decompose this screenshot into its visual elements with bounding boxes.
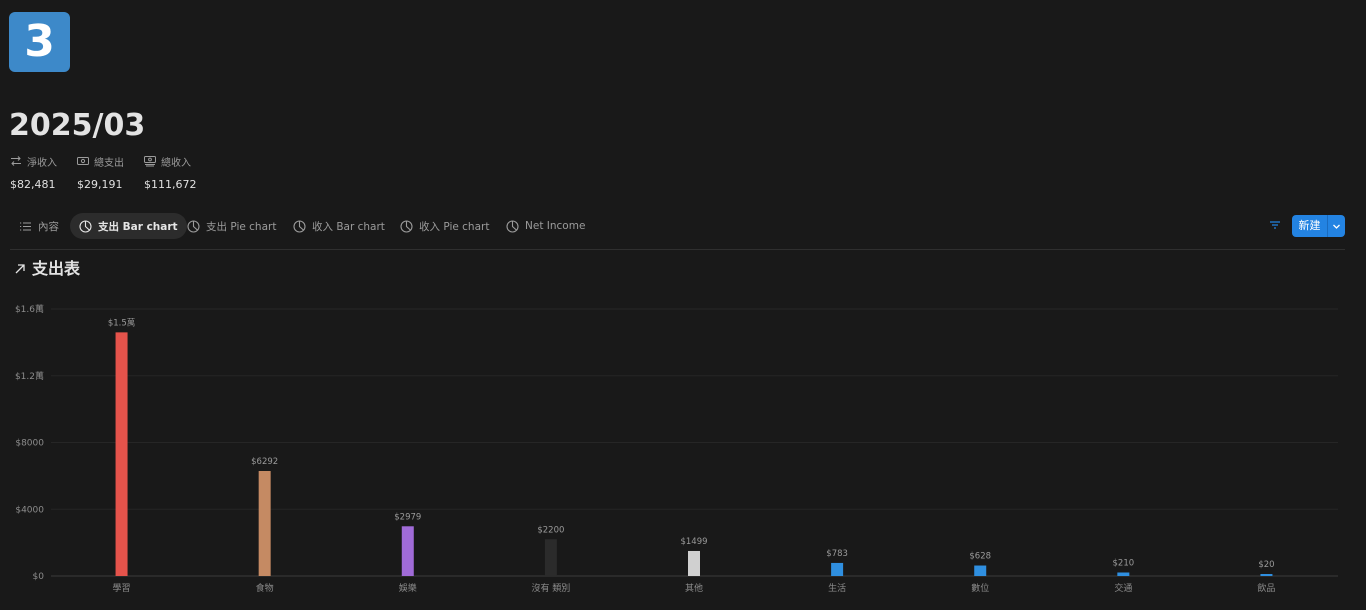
property-total-income[interactable]: 總收入 $111,672 xyxy=(144,154,197,191)
property-value: $82,481 xyxy=(10,178,56,191)
y-tick-label: $8000 xyxy=(15,439,44,449)
property-label: 總收入 xyxy=(161,157,191,169)
bar xyxy=(544,539,557,576)
bar-data-label: $628 xyxy=(969,552,991,562)
x-tick-label: 食物 xyxy=(256,582,274,594)
chart-icon xyxy=(293,219,306,233)
bar-chart: $0 $4000 $8000 $1.2萬 $1.6萬 $1.5萬學習 $6292 食物 $297… xyxy=(15,303,1338,594)
arrow-up-right-icon xyxy=(15,264,25,274)
x-tick-label: 娛樂 xyxy=(399,582,417,594)
new-options-button[interactable] xyxy=(1328,215,1345,237)
bar xyxy=(258,471,271,576)
tab-label: Net Income xyxy=(525,220,586,232)
page-title: 2025/03 xyxy=(9,108,146,143)
tab-net-income[interactable]: Net Income xyxy=(497,213,594,239)
x-tick-label: 生活 xyxy=(828,582,846,594)
chart-icon xyxy=(400,219,413,233)
filter-icon[interactable] xyxy=(1268,218,1282,232)
new-button: 新建 xyxy=(1292,215,1345,237)
bar xyxy=(974,565,987,576)
y-tick-label: $1.2萬 xyxy=(15,370,44,382)
tab-label: 支出 Pie chart xyxy=(206,220,277,233)
new-button-label[interactable]: 新建 xyxy=(1292,215,1327,237)
bar xyxy=(1260,574,1273,576)
view-title-label: 支出表 xyxy=(32,259,81,278)
chart-icon xyxy=(79,219,92,233)
tab-income-pie-chart[interactable]: 收入 Pie chart xyxy=(391,213,498,239)
bar-data-label: $210 xyxy=(1113,558,1135,568)
bar xyxy=(115,332,128,576)
bar-data-label: $2200 xyxy=(537,525,564,535)
x-tick-label: 其他 xyxy=(685,582,703,594)
property-label: 淨收入 xyxy=(27,157,57,169)
bar-data-label: $20 xyxy=(1258,560,1274,570)
x-tick-label: 沒有 類別 xyxy=(531,582,570,594)
view-title[interactable]: 支出表 xyxy=(14,258,80,280)
x-tick-label: 交通 xyxy=(1114,582,1132,594)
property-value: $111,672 xyxy=(144,178,197,191)
tab-expense-pie-chart[interactable]: 支出 Pie chart xyxy=(178,213,285,239)
tab-label: 收入 Bar chart xyxy=(312,220,385,233)
property-value: $29,191 xyxy=(77,178,123,191)
x-tick-label: 數位 xyxy=(971,582,989,594)
properties: 淨收入 $82,481 總支出 $29,191 總收入 $111,672 xyxy=(10,154,197,191)
bar-data-label: $2979 xyxy=(394,512,421,522)
tab-expense-bar-chart[interactable]: 支出 Bar chart xyxy=(70,213,187,239)
chart-icon xyxy=(506,219,519,233)
property-total-expense[interactable]: 總支出 $29,191 xyxy=(77,154,124,191)
tab-label: 內容 xyxy=(38,220,59,233)
bar xyxy=(1117,572,1130,576)
y-tick-label: $1.6萬 xyxy=(15,303,44,315)
bar xyxy=(831,562,844,576)
tab-income-bar-chart[interactable]: 收入 Bar chart xyxy=(284,213,394,239)
bar-data-label: $783 xyxy=(826,549,848,559)
money-icon xyxy=(77,157,89,165)
property-name: 總收入 xyxy=(144,154,197,169)
arrows-swap-icon xyxy=(11,156,21,166)
tab-label: 收入 Pie chart xyxy=(419,220,490,233)
list-icon xyxy=(20,221,31,231)
bar-data-label: $1499 xyxy=(680,537,707,547)
tab-content[interactable]: 內容 xyxy=(10,213,68,239)
bar-data-label: $1.5萬 xyxy=(108,317,135,328)
bar xyxy=(688,550,700,576)
chart-icon xyxy=(187,219,200,233)
page-icon[interactable]: 3 xyxy=(9,12,70,72)
bar xyxy=(401,526,414,576)
property-name: 淨收入 xyxy=(10,154,57,169)
y-tick-label: $0 xyxy=(33,572,45,582)
view-tabs: 內容 支出 Bar chart 支出 Pie chart 收入 Bar char… xyxy=(10,213,1345,250)
y-tick-label: $4000 xyxy=(15,505,44,515)
property-net-income[interactable]: 淨收入 $82,481 xyxy=(10,154,57,191)
property-label: 總支出 xyxy=(94,157,124,169)
bar-data-label: $6292 xyxy=(251,457,278,467)
chevron-down-icon xyxy=(1333,224,1340,229)
x-tick-label: 飲品 xyxy=(1257,582,1275,594)
x-tick-label: 學習 xyxy=(113,582,131,594)
money-stack-icon xyxy=(144,156,156,167)
property-name: 總支出 xyxy=(77,154,124,169)
tab-label: 支出 Bar chart xyxy=(98,220,178,233)
